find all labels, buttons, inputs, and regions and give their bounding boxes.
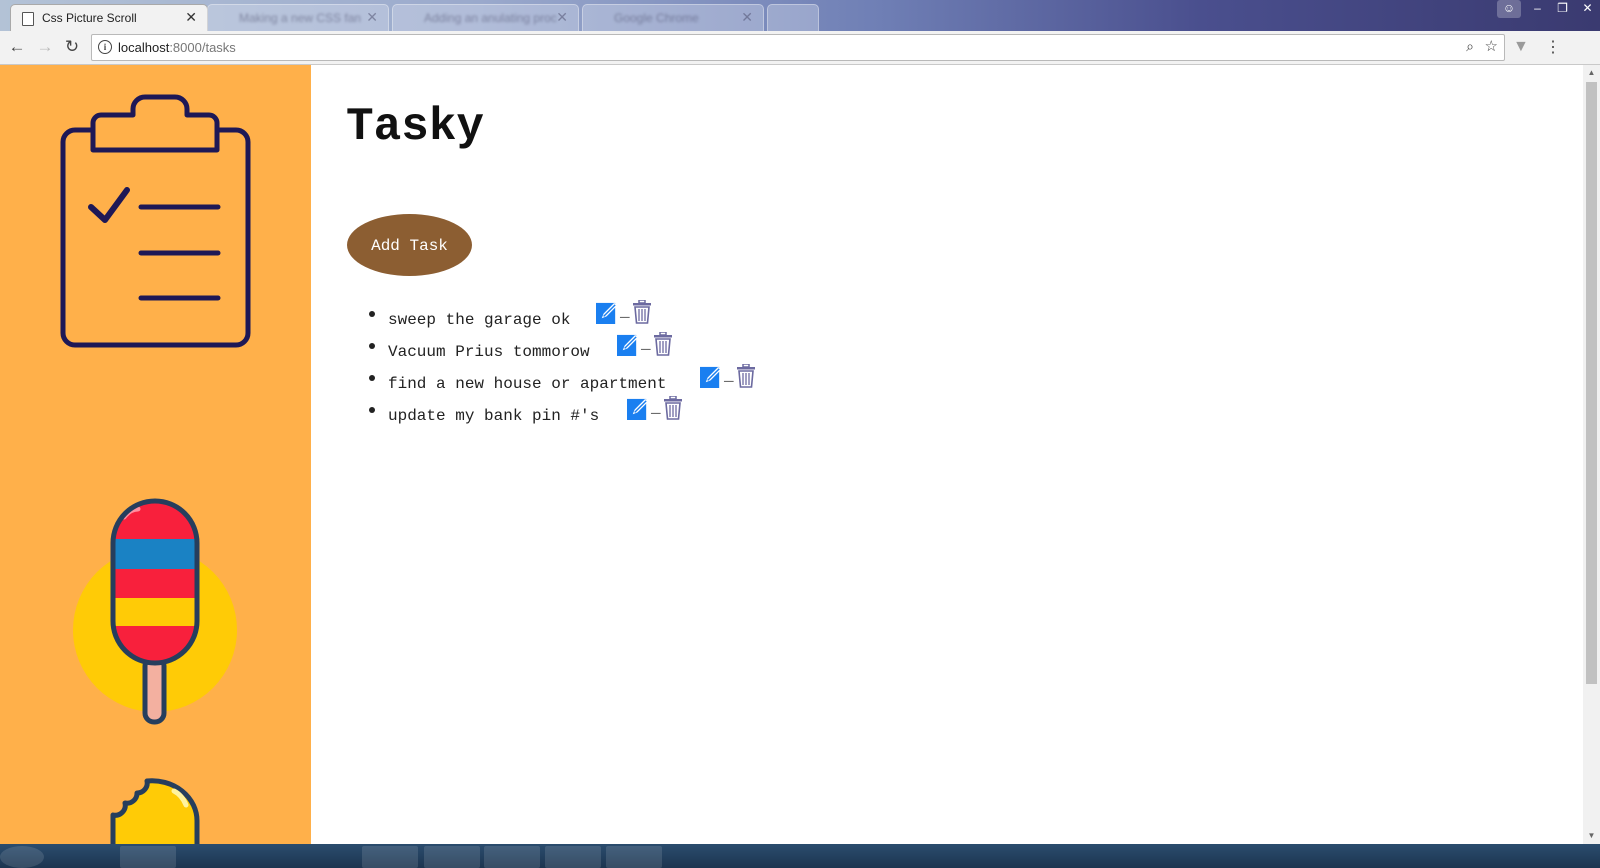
popsicle-icon	[73, 498, 237, 725]
close-tab-icon[interactable]: ✕	[741, 9, 753, 26]
os-taskbar	[0, 844, 1600, 868]
task-actions: _	[700, 364, 757, 388]
window-controls: ☺ – ❐ ✕	[1497, 0, 1600, 20]
back-icon[interactable]: ←	[7, 37, 27, 57]
bookmark-star-icon[interactable]: ☆	[1485, 37, 1498, 55]
start-button[interactable]	[0, 846, 44, 868]
tab-css-picture-scroll[interactable]: Css Picture Scroll ✕	[10, 4, 208, 31]
tab-title: Adding an anulating proc	[424, 11, 557, 25]
url-text: localhost:8000/tasks	[118, 40, 236, 55]
list-bullet	[369, 375, 375, 381]
bitten-ice-cream-icon	[110, 778, 200, 844]
taskbar-app[interactable]	[120, 846, 176, 868]
scrollbar-thumb[interactable]	[1586, 82, 1597, 684]
tab-background-3[interactable]: Google Chrome ✕	[582, 4, 764, 31]
tab-title: Google Chrome	[614, 11, 699, 25]
scroll-down-icon[interactable]: ▼	[1583, 828, 1600, 844]
minimize-icon[interactable]: –	[1525, 0, 1550, 18]
list-bullet	[369, 343, 375, 349]
site-info-icon[interactable]: i	[98, 40, 112, 54]
browser-toolbar: ← → ↻ i localhost:8000/tasks ⌕ ☆ ▼ ⋮	[0, 31, 1600, 65]
close-tab-icon[interactable]: ✕	[556, 9, 568, 26]
tab-title: Making a new CSS fan	[239, 11, 362, 25]
edit-icon[interactable]	[596, 301, 619, 324]
close-tab-icon[interactable]: ✕	[366, 9, 378, 26]
vertical-scrollbar[interactable]: ▲ ▼	[1583, 65, 1600, 844]
sidebar	[0, 65, 311, 844]
add-task-button[interactable]: Add Task	[347, 214, 472, 276]
edit-icon[interactable]	[617, 333, 640, 356]
trash-icon[interactable]	[631, 300, 653, 324]
list-bullet	[369, 311, 375, 317]
task-text: find a new house or apartment	[388, 375, 667, 393]
task-text: update my bank pin #'s	[388, 407, 600, 425]
task-text: Vacuum Prius tommorow	[388, 343, 590, 361]
profile-icon[interactable]: ☺	[1497, 0, 1521, 18]
action-separator: _	[724, 367, 734, 385]
new-tab-button[interactable]	[767, 4, 819, 31]
list-bullet	[369, 407, 375, 413]
tab-title: Css Picture Scroll	[42, 11, 137, 25]
page-viewport: Tasky Add Task sweep the garage ok _ Vac…	[0, 65, 1583, 844]
browser-tab-strip: Css Picture Scroll ✕ Making a new CSS fa…	[0, 0, 1600, 31]
trash-icon[interactable]	[735, 364, 757, 388]
action-separator: _	[620, 303, 630, 321]
task-actions: _	[627, 396, 684, 420]
forward-icon[interactable]: →	[35, 37, 55, 57]
taskbar-app[interactable]	[484, 846, 540, 868]
task-text: sweep the garage ok	[388, 311, 571, 329]
close-tab-icon[interactable]: ✕	[185, 9, 197, 26]
edit-icon[interactable]	[700, 365, 723, 388]
zoom-icon[interactable]: ⌕	[1466, 38, 1474, 55]
taskbar-app[interactable]	[606, 846, 662, 868]
task-actions: _	[596, 300, 653, 324]
action-separator: _	[651, 399, 661, 417]
tab-background-1[interactable]: Making a new CSS fan ✕	[207, 4, 389, 31]
extension-icon[interactable]: ▼	[1513, 38, 1529, 56]
trash-icon[interactable]	[652, 332, 674, 356]
page-title: Tasky	[346, 101, 485, 153]
taskbar-app[interactable]	[424, 846, 480, 868]
taskbar-app[interactable]	[362, 846, 418, 868]
page-icon	[22, 12, 34, 26]
clipboard-checklist-icon	[60, 94, 251, 348]
scroll-up-icon[interactable]: ▲	[1583, 65, 1600, 81]
tab-background-2[interactable]: Adding an anulating proc ✕	[392, 4, 579, 31]
action-separator: _	[641, 335, 651, 353]
reload-icon[interactable]: ↻	[62, 37, 82, 57]
edit-icon[interactable]	[627, 397, 650, 420]
restore-icon[interactable]: ❐	[1550, 0, 1575, 18]
close-window-icon[interactable]: ✕	[1575, 0, 1600, 18]
taskbar-app[interactable]	[545, 846, 601, 868]
task-actions: _	[617, 332, 674, 356]
trash-icon[interactable]	[662, 396, 684, 420]
browser-menu-icon[interactable]: ⋮	[1545, 37, 1561, 57]
address-bar[interactable]: i localhost:8000/tasks ⌕ ☆	[91, 34, 1505, 61]
